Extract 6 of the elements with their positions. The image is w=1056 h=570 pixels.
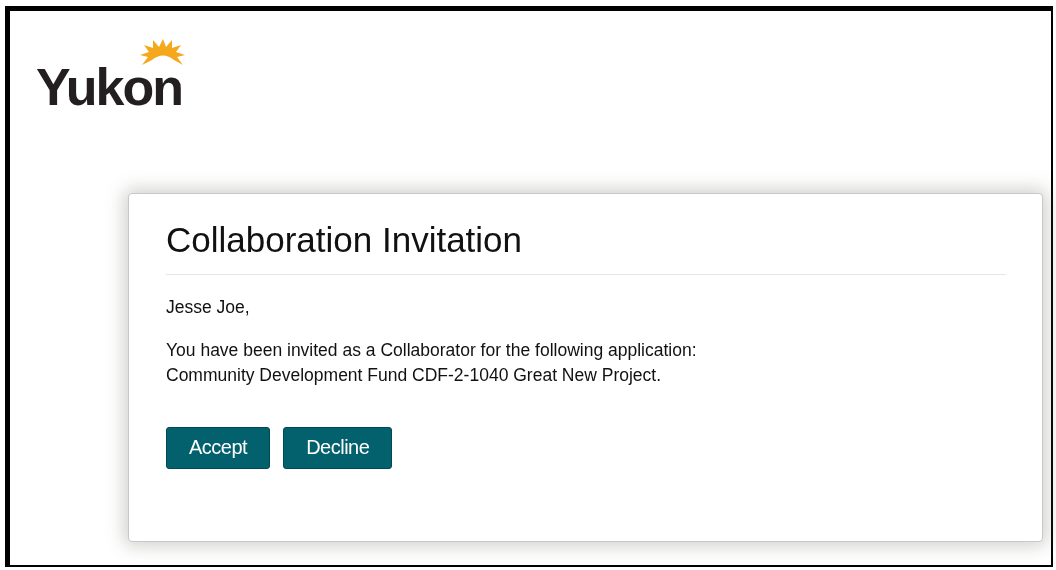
greeting-text: Jesse Joe, (166, 297, 251, 318)
accept-button[interactable]: Accept (166, 427, 271, 469)
decline-button[interactable]: Decline (283, 427, 393, 469)
invitation-message: You have been invited as a Collaborator for the following application: Community Development Fund CDF-2-1040 Great New Project. (166, 339, 698, 387)
logo-wordmark: Yukon (36, 67, 183, 107)
dialog-title: Collaboration Invitation (166, 220, 1006, 275)
